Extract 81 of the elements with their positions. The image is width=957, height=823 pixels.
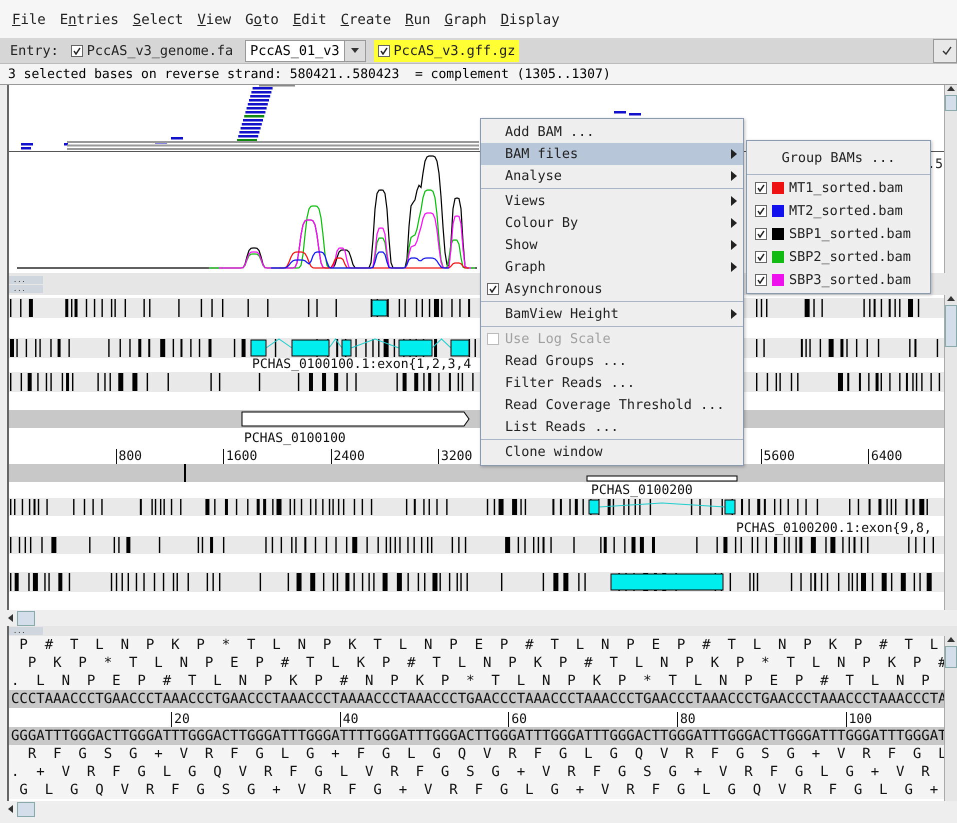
scrollbar[interactable] [944,295,957,610]
read-alignment-drawing [614,111,641,116]
menu-item[interactable]: BAM files [481,143,743,165]
menu-item[interactable]: Group BAMs ... [747,143,930,173]
amino-acid-row: . + V R F G L G Q V R F G L V R F G S G + V R F G S G + V R F G L G + V R [9,763,944,781]
dna-sequence: CCCTAAACCCTGAACCCTAAACCCTGAACCCTAAACCCTAAAACCCTAAACCCTGAACCCTAAACCCTAAACCCTGAACCCTAAACCCTGAACCCTAAACCCTAAACCCTA [9,690,944,708]
menu-item[interactable]: SBP3_sorted.bam [747,268,930,291]
scrollbar-thumb[interactable] [17,610,35,626]
checkbox[interactable] [70,44,83,56]
menu-item[interactable]: Entries [60,12,119,28]
arrow-up-icon [947,636,955,644]
menu-item[interactable]: View [197,12,232,28]
caret-icon [731,171,737,181]
exon-label: PCHAS_0100200.1:exon{9,8, [736,522,932,536]
amino-acid-row: P # T L N P K P * T L N P K T L N P E P # T L N P E P # T L N P K P # T L [9,636,944,654]
check-icon [380,46,388,54]
exon-drawing [372,300,388,316]
menu-item[interactable]: Show [481,234,743,256]
menu-item[interactable]: C reate [340,12,392,28]
caret-icon [731,218,737,228]
menu-item[interactable]: File [12,12,46,28]
menu-item[interactable]: Add BAM ... [481,121,743,143]
sequence-dropdown[interactable]: PccAS_01_v3 [245,40,366,62]
axis-label: .5 [927,157,943,172]
menu-item[interactable]: Read Groups ... [481,350,743,372]
amino-acid-row: G L G Q V R F G S G + V R F G + V R F G L G + V R F G L G Q V R F G L G + [9,781,944,799]
arrow-left-icon [7,805,15,813]
scrollbar-thumb[interactable] [945,646,957,668]
check-icon [72,46,81,54]
caret-icon [731,240,737,250]
menu-item[interactable]: Asynchronous [481,278,743,300]
entry-label: Entry: [10,42,59,58]
check-icon [942,46,952,56]
caret-icon [350,46,358,54]
check-icon [757,230,765,238]
check-icon [757,252,765,260]
confirm-button[interactable] [933,38,957,62]
menu-item[interactable]: Views [481,190,743,212]
menu-item[interactable]: Display [500,12,560,28]
check-icon [757,206,765,214]
menu-item[interactable]: MT2_sorted.bam [747,199,930,222]
caret-icon [731,309,737,319]
arrow-left-icon [7,614,15,622]
checkbox[interactable] [378,44,390,56]
check-icon [489,285,497,293]
scrollbar-thumb[interactable] [945,305,957,347]
arrow-up-icon [947,85,955,93]
check-icon [757,184,765,192]
menu-item[interactable]: SBP2_sorted.bam [747,245,930,268]
scrollbar[interactable] [944,85,957,273]
scrollbar[interactable] [944,636,957,801]
caret-icon [731,196,737,206]
dna-sequence: GGGATTTGGGACTTGGGATTTGGGACTTGGGATTTGGGATTTTGGGATTTGGGACTTGGGATTTGGGATTTGGGACTTGGGATTTGGGACTTGGGATTTGGGATTTGGGAT [9,727,944,745]
caret-icon [731,149,737,159]
entry-toggle[interactable]: PccAS_v3_genome.fa [66,40,238,62]
menu-item[interactable]: Clone window [481,441,743,463]
menu-item[interactable]: Graph [481,256,743,278]
menu-item[interactable]: MT1_sorted.bam [747,176,930,199]
menu-item[interactable]: Read Coverage Threshold ... [481,394,743,416]
amino-acid-row: . L N P E P # T L N P K P # N P K P * T L N P K P * T L N P E P # T L N P [9,672,944,690]
menu-item[interactable]: Filter Reads ... [481,372,743,394]
entry-toggle[interactable]: PccAS_v3.gff.gz [374,40,520,62]
scrollbar-thumb[interactable] [17,802,35,816]
menu-item[interactable]: Analyse [481,165,743,187]
gene-label: PCHAS_0100200 [591,484,693,498]
menu-item[interactable]: Run [405,12,430,28]
menu-item[interactable]: List Reads ... [481,416,743,438]
menu-item[interactable]: BamView Height [481,303,743,325]
exon-label: PCHAS_0100100.1:exon{1,2,3,4 [252,358,472,372]
menu-item[interactable]: SBP1_sorted.bam [747,222,930,245]
selection-marker [184,464,186,482]
menu-item[interactable]: Goto [245,12,279,28]
check-icon [757,276,765,284]
caret-icon [731,262,737,272]
arrow-up-icon [947,295,955,303]
gene-label: PCHAS_0100100 [244,432,346,446]
menu-item[interactable]: Select [132,12,184,28]
menu-item[interactable]: Colour By [481,212,743,234]
scrollbar-thumb[interactable] [945,95,957,111]
menu-item[interactable]: Edit [292,12,327,28]
menu-item[interactable]: G raph [444,12,487,28]
